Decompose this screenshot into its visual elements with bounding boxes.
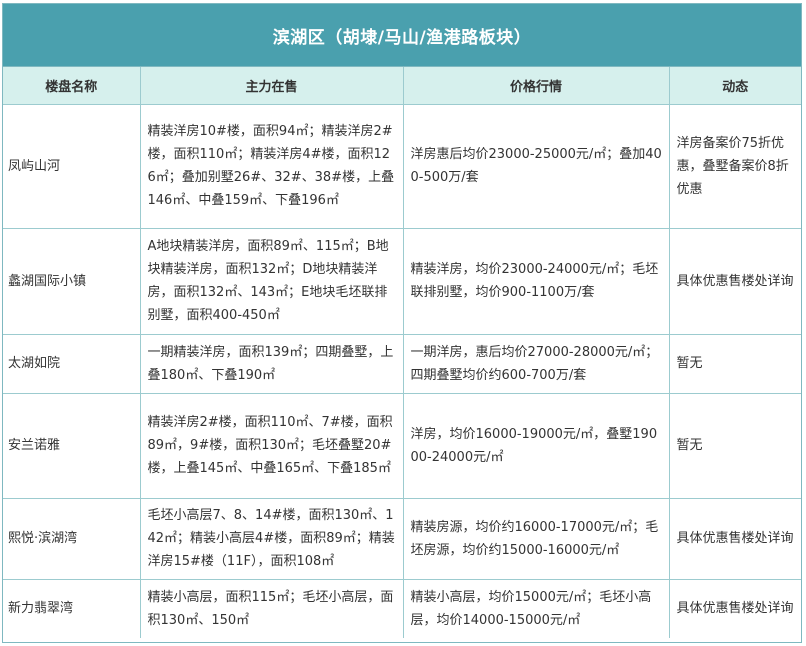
table-row: 安兰诺雅 精装洋房2#楼，面积110㎡、7#楼，面积89㎡，9#楼，面积130㎡… [3,392,801,499]
cell-main-supply: A地块精装洋房，面积89㎡、115㎡；B地块精装洋房，面积132㎡；D地块精装洋… [139,227,404,335]
cell-price: 一期洋房，惠后均价27000-28000元/㎡；四期叠墅均价约600-700万/… [402,333,670,394]
cell-project-name: 太湖如院 [3,333,141,394]
cell-news: 暂无 [668,392,801,499]
table-row: 蠡湖国际小镇 A地块精装洋房，面积89㎡、115㎡；B地块精装洋房，面积132㎡… [3,227,801,335]
table-row: 熙悦·滨湖湾 毛坯小高层7、8、14#楼，面积130㎡、142㎡；精装小高层4#… [3,497,801,580]
cell-project-name: 安兰诺雅 [3,392,141,499]
cell-project-name: 凤屿山河 [3,103,141,229]
cell-price: 精装洋房，均价23000-24000元/㎡；毛坯联排别墅，均价900-1100万… [402,227,670,335]
cell-main-supply: 精装小高层，面积115㎡；毛坯小高层，面积130㎡、150㎡ [139,578,404,638]
table-row: 太湖如院 一期精装洋房，面积139㎡；四期叠墅，上叠180㎡、下叠190㎡ 一期… [3,333,801,394]
table-row: 凤屿山河 精装洋房10#楼，面积94㎡；精装洋房2#楼，面积110㎡；精装洋房4… [3,103,801,229]
header-project-name: 楼盘名称 [3,67,141,105]
cell-main-supply: 精装洋房10#楼，面积94㎡；精装洋房2#楼，面积110㎡；精装洋房4#楼，面积… [139,103,404,229]
cell-news: 暂无 [668,333,801,394]
cell-project-name: 新力翡翠湾 [3,578,141,638]
cell-main-supply: 毛坯小高层7、8、14#楼，面积130㎡、142㎡；精装小高层4#楼，面积89㎡… [139,497,404,580]
header-price: 价格行情 [402,67,670,105]
cell-price: 洋房惠后均价23000-25000元/㎡；叠加400-500万/套 [402,103,670,229]
cell-news: 具体优惠售楼处详询 [668,227,801,335]
cell-price: 精装房源，均价约16000-17000元/㎡；毛坯房源，均价约15000-160… [402,497,670,580]
table-row: 新力翡翠湾 精装小高层，面积115㎡；毛坯小高层，面积130㎡、150㎡ 精装小… [3,578,801,638]
cell-news: 洋房备案价75折优惠，叠墅备案价8折优惠 [668,103,801,229]
header-row: 楼盘名称 主力在售 价格行情 动态 [3,67,801,105]
cell-price: 精装小高层，均价15000元/㎡；毛坯小高层，均价14000-15000元/㎡ [402,578,670,638]
listing-table: 楼盘名称 主力在售 价格行情 动态 凤屿山河 精装洋房10#楼，面积94㎡；精装… [3,67,801,638]
cell-main-supply: 精装洋房2#楼，面积110㎡、7#楼，面积89㎡，9#楼，面积130㎡；毛坯叠墅… [139,392,404,499]
header-main-supply: 主力在售 [139,67,404,105]
table-title: 滨湖区（胡埭/马山/渔港路板块） [3,4,801,67]
listing-table-container: 滨湖区（胡埭/马山/渔港路板块） 楼盘名称 主力在售 价格行情 动态 凤屿山河 … [2,3,802,643]
cell-news: 具体优惠售楼处详询 [668,578,801,638]
cell-project-name: 熙悦·滨湖湾 [3,497,141,580]
header-news: 动态 [668,67,801,105]
cell-price: 洋房，均价16000-19000元/㎡，叠墅19000-24000元/㎡ [402,392,670,499]
cell-project-name: 蠡湖国际小镇 [3,227,141,335]
cell-news: 具体优惠售楼处详询 [668,497,801,580]
cell-main-supply: 一期精装洋房，面积139㎡；四期叠墅，上叠180㎡、下叠190㎡ [139,333,404,394]
